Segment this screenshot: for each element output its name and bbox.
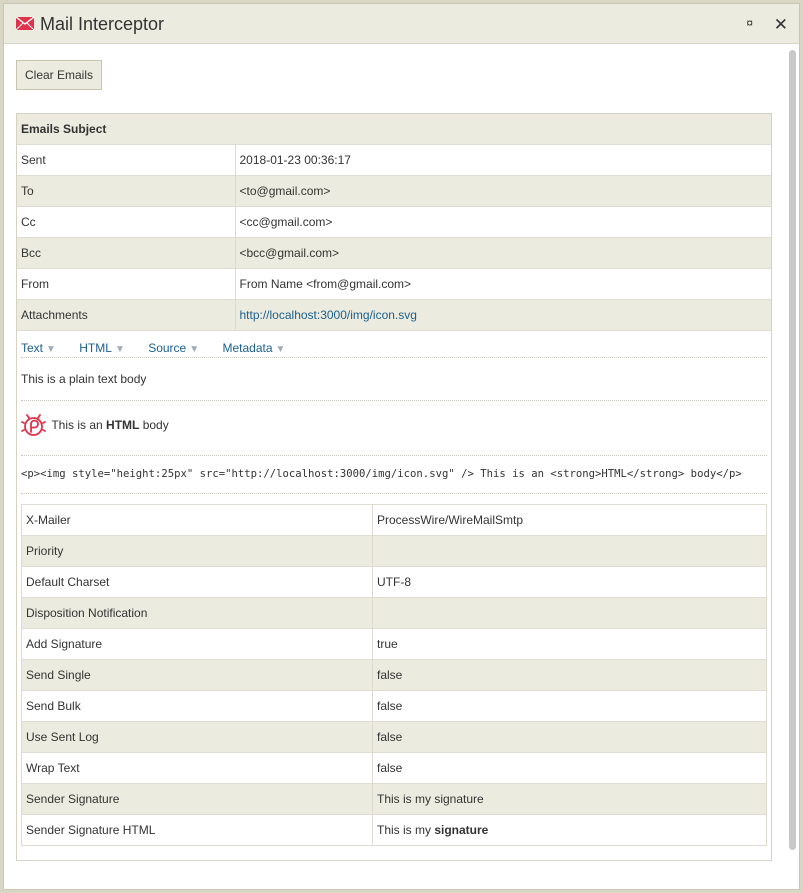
meta-value: true [372, 627, 767, 660]
table-row: Default Charset UTF-8 [21, 565, 767, 598]
body-tabs: Text ▼ HTML ▼ Source ▼ Metadata ▼ [21, 331, 767, 358]
text-body: This is a plain text body [21, 358, 767, 401]
email-header-table: Emails Subject Sent 2018-01-23 00:36:17 … [17, 114, 771, 331]
meta-key: Priority [21, 534, 373, 567]
email-panel: Emails Subject Sent 2018-01-23 00:36:17 … [16, 113, 772, 861]
html-body: This is an HTML body [21, 401, 767, 456]
field-key-cc: Cc [17, 206, 236, 238]
table-row: Use Sent Log false [21, 720, 767, 753]
meta-value: false [372, 720, 767, 753]
table-row: Attachments http://localhost:3000/img/ic… [17, 299, 771, 331]
tab-metadata[interactable]: Metadata ▼ [222, 341, 285, 355]
metadata-table: X-Mailer ProcessWire/WireMailSmtp Priorit… [21, 503, 767, 846]
title-bar[interactable]: Mail Interceptor ¤ ✕ [4, 4, 799, 44]
meta-key: X-Mailer [21, 503, 373, 536]
meta-key: Sender Signature [21, 782, 373, 815]
triangle-down-icon: ▼ [275, 343, 286, 355]
table-row: Sender Signature HTML This is my signatur… [21, 813, 767, 846]
meta-value: ProcessWire/WireMailSmtp [372, 503, 767, 536]
table-row: Send Single false [21, 658, 767, 691]
meta-key: Send Bulk [21, 689, 373, 722]
meta-key: Default Charset [21, 565, 373, 598]
meta-key: Use Sent Log [21, 720, 373, 753]
field-key-sent: Sent [17, 144, 236, 176]
table-row: Bcc <bcc@gmail.com> [17, 237, 771, 269]
meta-value: This is my signature [372, 813, 767, 846]
meta-key: Wrap Text [21, 751, 373, 784]
meta-value: false [372, 689, 767, 722]
table-row: Wrap Text false [21, 751, 767, 784]
source-body: <p><img style="height:25px" src="http://… [21, 456, 767, 494]
attachment-link[interactable]: http://localhost:3000/img/icon.svg [240, 308, 417, 322]
table-row: Priority [21, 534, 767, 567]
meta-key: Send Single [21, 658, 373, 691]
table-row: From From Name <from@gmail.com> [17, 268, 771, 300]
processwire-logo-icon [21, 413, 46, 436]
triangle-down-icon: ▼ [114, 343, 125, 355]
table-row: Send Bulk false [21, 689, 767, 722]
meta-value [372, 534, 767, 567]
table-row: Sender Signature This is my signature [21, 782, 767, 815]
meta-key: Sender Signature HTML [21, 813, 373, 846]
mail-interceptor-window: Mail Interceptor ¤ ✕ Clear Emails Emails… [3, 3, 800, 890]
html-body-text: This is an HTML body [51, 418, 169, 432]
meta-value: UTF-8 [372, 565, 767, 598]
meta-value: false [372, 751, 767, 784]
meta-value: This is my signature [372, 782, 767, 815]
table-row: Add Signature true [21, 627, 767, 660]
table-row: Disposition Notification [21, 596, 767, 629]
field-value-sent: 2018-01-23 00:36:17 [235, 144, 771, 176]
tab-text[interactable]: Text ▼ [21, 341, 56, 355]
tab-source[interactable]: Source ▼ [148, 341, 199, 355]
field-value-to: <to@gmail.com> [235, 175, 771, 207]
pin-icon[interactable]: ¤ [746, 16, 753, 30]
triangle-down-icon: ▼ [189, 343, 200, 355]
scrollbar[interactable] [789, 50, 796, 850]
table-row: Sent 2018-01-23 00:36:17 [17, 144, 771, 176]
close-icon[interactable]: ✕ [774, 15, 788, 35]
envelope-icon [16, 17, 34, 30]
field-value-from: From Name <from@gmail.com> [235, 268, 771, 300]
field-key-to: To [17, 175, 236, 207]
table-row: Cc <cc@gmail.com> [17, 206, 771, 238]
meta-value [372, 596, 767, 629]
meta-key: Add Signature [21, 627, 373, 660]
table-row: To <to@gmail.com> [17, 175, 771, 207]
meta-value: false [372, 658, 767, 691]
email-subject: Emails Subject [17, 114, 771, 145]
field-value-bcc: <bcc@gmail.com> [235, 237, 771, 269]
field-value-cc: <cc@gmail.com> [235, 206, 771, 238]
meta-key: Disposition Notification [21, 596, 373, 629]
window-title: Mail Interceptor [40, 14, 165, 34]
field-key-from: From [17, 268, 236, 300]
tab-html[interactable]: HTML ▼ [79, 341, 125, 355]
field-key-bcc: Bcc [17, 237, 236, 269]
triangle-down-icon: ▼ [46, 343, 56, 355]
clear-emails-button[interactable]: Clear Emails [16, 60, 103, 90]
table-row: X-Mailer ProcessWire/WireMailSmtp [21, 503, 767, 536]
window-content: Clear Emails Emails Subject Sent 2018-01… [4, 45, 785, 889]
field-key-attachments: Attachments [17, 299, 236, 331]
